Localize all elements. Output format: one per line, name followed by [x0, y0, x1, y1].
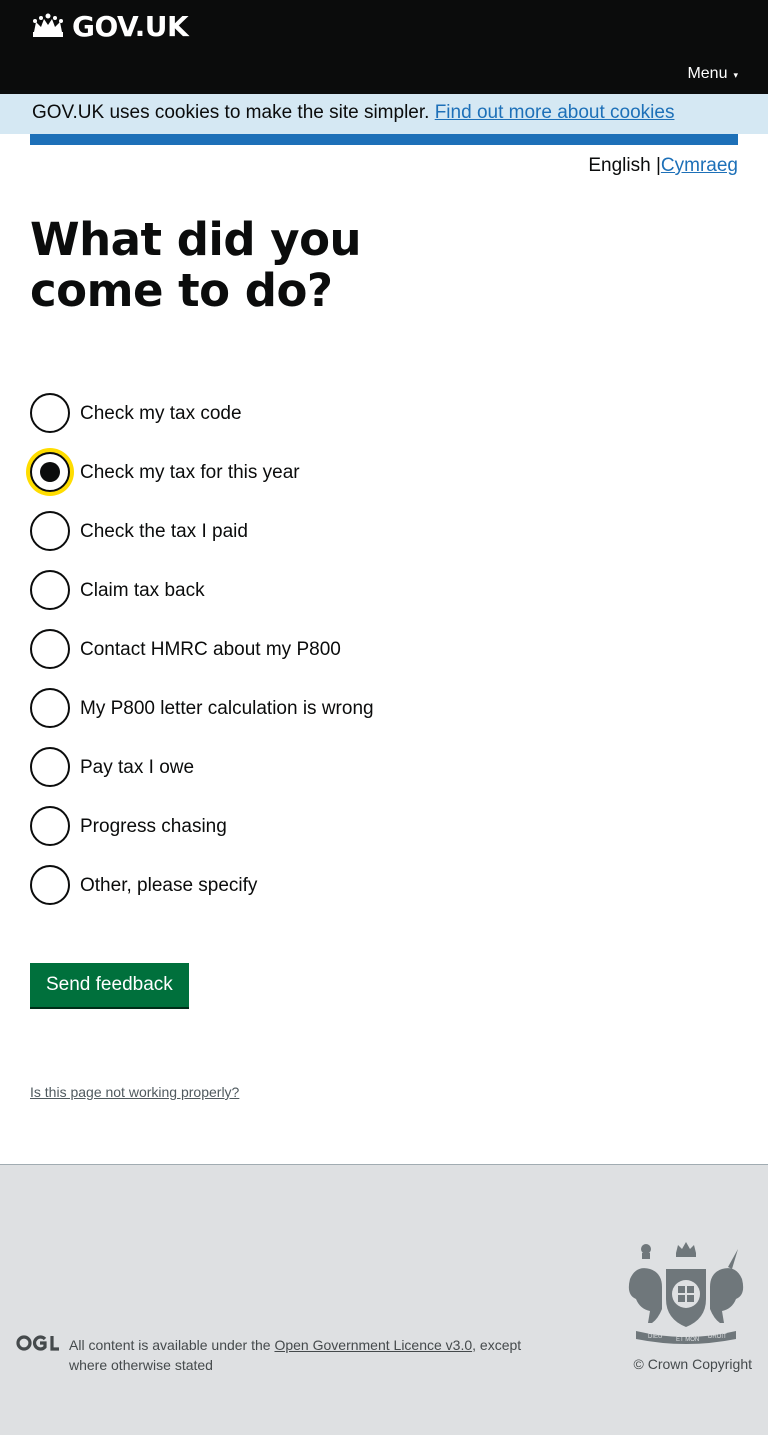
radio-option[interactable]: Check my tax for this year — [30, 452, 374, 511]
logo-text: GOV.UK — [72, 10, 189, 43]
cookie-text: GOV.UK uses cookies to make the site sim… — [32, 102, 430, 123]
radio-button[interactable] — [30, 688, 70, 728]
crest-motto-mid: ET MON — [676, 1337, 699, 1343]
language-link-welsh[interactable]: Cymraeg — [661, 155, 738, 176]
menu-label: Menu — [687, 65, 728, 82]
cookie-info-link[interactable]: Find out more about cookies — [435, 102, 675, 123]
radio-button[interactable] — [30, 570, 70, 610]
ogl-logo-icon — [16, 1335, 59, 1351]
radio-option[interactable]: Claim tax back — [30, 570, 374, 629]
crest-motto-right: DROIT — [708, 1334, 727, 1340]
crown-copyright: © Crown Copyright — [633, 1356, 752, 1372]
radio-option[interactable]: Pay tax I owe — [30, 747, 374, 806]
radio-button[interactable] — [30, 806, 70, 846]
radio-option[interactable]: Contact HMRC about my P800 — [30, 629, 374, 688]
radio-label[interactable]: Claim tax back — [80, 580, 205, 602]
radio-button[interactable] — [30, 747, 70, 787]
radio-label[interactable]: Check my tax for this year — [80, 462, 300, 484]
licence-prefix: All content is available under the — [69, 1337, 271, 1353]
radio-button[interactable] — [30, 865, 70, 905]
radio-button-selected[interactable] — [30, 452, 70, 492]
radio-label[interactable]: Progress chasing — [80, 816, 227, 838]
page-title: What did you come to do? — [30, 213, 362, 317]
cookie-message: GOV.UK uses cookies to make the site sim… — [32, 102, 674, 124]
radio-button[interactable] — [30, 393, 70, 433]
radio-label[interactable]: My P800 letter calculation is wrong — [80, 698, 374, 720]
site-header: GOV.UK Menu ▾ — [0, 0, 768, 94]
ogl-licence-link[interactable]: Open Government Licence v3.0 — [274, 1337, 472, 1353]
blue-divider — [30, 134, 738, 145]
menu-button[interactable]: Menu ▾ — [687, 65, 738, 83]
govuk-logo-link[interactable]: GOV.UK — [30, 10, 189, 43]
radio-option[interactable]: Check the tax I paid — [30, 511, 374, 570]
radio-label[interactable]: Check the tax I paid — [80, 521, 248, 543]
radio-group: Check my tax code Check my tax for this y… — [30, 393, 374, 924]
radio-option[interactable]: Progress chasing — [30, 806, 374, 865]
radio-label[interactable]: Check my tax code — [80, 403, 242, 425]
radio-button[interactable] — [30, 511, 70, 551]
crest-motto-left: DIEU — [648, 1334, 662, 1340]
report-problem-link[interactable]: Is this page not working properly? — [30, 1083, 239, 1101]
language-toggle: English |Cymraeg — [588, 155, 738, 177]
radio-option[interactable]: My P800 letter calculation is wrong — [30, 688, 374, 747]
language-current: English — [588, 155, 651, 176]
radio-option[interactable]: Check my tax code — [30, 393, 374, 452]
site-footer: DIEU ET MON DROIT All content is availab… — [0, 1164, 768, 1435]
radio-label[interactable]: Pay tax I owe — [80, 757, 194, 779]
radio-button[interactable] — [30, 629, 70, 669]
crown-icon — [33, 13, 63, 37]
radio-option[interactable]: Other, please specify — [30, 865, 374, 924]
send-feedback-button[interactable]: Send feedback — [30, 963, 189, 1007]
royal-crest-icon: DIEU ET MON DROIT — [628, 1242, 744, 1344]
cookie-banner: GOV.UK uses cookies to make the site sim… — [0, 94, 768, 134]
radio-label[interactable]: Other, please specify — [80, 875, 257, 897]
licence-text: All content is available under the Open … — [69, 1335, 549, 1375]
menu-caret-icon: ▾ — [733, 69, 738, 80]
radio-label[interactable]: Contact HMRC about my P800 — [80, 639, 341, 661]
